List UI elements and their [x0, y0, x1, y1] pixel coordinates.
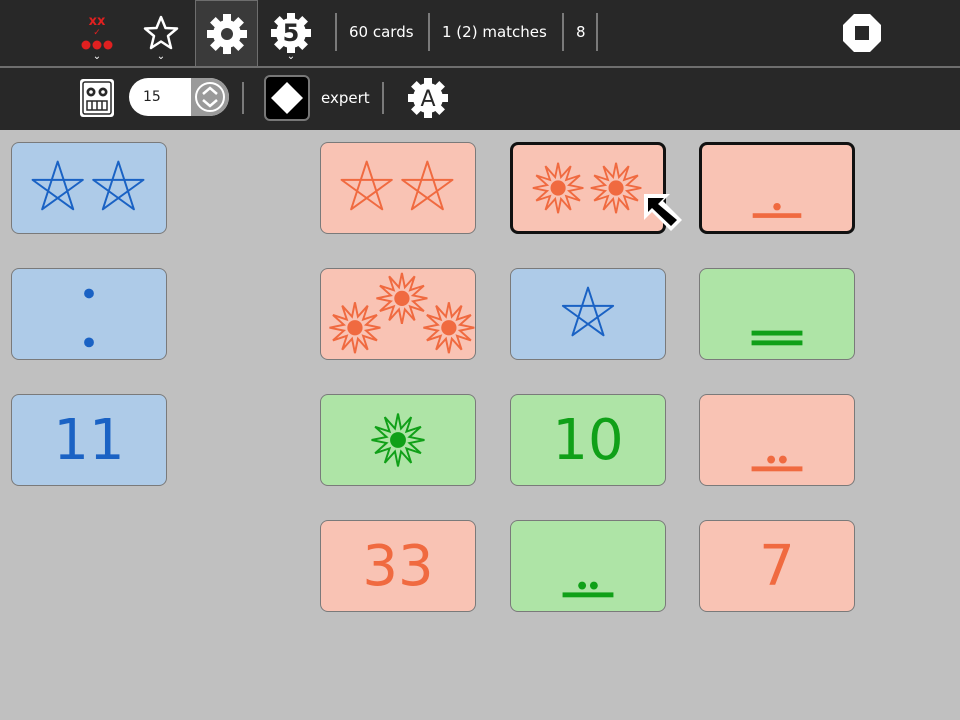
main-toolbar: xx ✓ ⌄ ⌄ ⌃ 5 ⌄ 60 cards 1 (2) matches 8	[0, 0, 960, 68]
card-pink-mayan-six[interactable]	[699, 142, 855, 234]
burst-icon	[371, 413, 425, 467]
matches-label: 1 (2) matches	[442, 23, 547, 41]
robot-icon[interactable]	[77, 77, 117, 119]
card-blue-one-star[interactable]	[510, 268, 666, 360]
time-spinner-value[interactable]: 15	[143, 78, 161, 116]
card-pink-three-bursts[interactable]	[320, 268, 476, 360]
cards-count-label: 60 cards	[349, 23, 414, 41]
mayan-icon	[751, 330, 803, 346]
time-spinner[interactable]: 15	[129, 78, 229, 116]
card-green-one-burst[interactable]	[320, 394, 476, 486]
card-number-label: 10	[552, 407, 624, 473]
card-number-label: 7	[759, 533, 795, 599]
svg-text:5: 5	[283, 19, 300, 47]
svg-text:A: A	[420, 87, 435, 112]
card-number-label: 33	[362, 533, 434, 599]
chevron-down-icon: ⌄	[92, 51, 102, 62]
gear-a-icon[interactable]: A	[405, 75, 451, 121]
burst-icon	[329, 272, 475, 354]
card-blue-two-stars[interactable]	[11, 142, 167, 234]
card-green-mayan-seven[interactable]	[510, 520, 666, 612]
settings-button[interactable]: ⌃	[195, 0, 258, 66]
score-label: 8	[576, 23, 586, 41]
card-blue-two-dots[interactable]	[11, 268, 167, 360]
activity-button[interactable]: xx ✓ ⌄	[72, 0, 122, 66]
card-pink-number-33[interactable]: 33	[320, 520, 476, 612]
card-pink-mayan-seven[interactable]	[699, 394, 855, 486]
mouse-cursor-icon	[644, 194, 682, 231]
star-icon	[340, 160, 454, 211]
stop-button[interactable]	[836, 0, 888, 66]
card-number-label: 11	[53, 407, 125, 473]
card-green-mayan-ten[interactable]	[699, 268, 855, 360]
card-green-number[interactable]: 10	[510, 394, 666, 486]
card-blue-number[interactable]: 11	[11, 394, 167, 486]
level-label: expert	[321, 89, 370, 107]
svg-text:xx: xx	[89, 14, 106, 29]
mayan-icon	[751, 455, 803, 472]
chevron-down-icon: ⌄	[286, 51, 296, 62]
dot-icon	[84, 288, 94, 348]
spinner-arrows[interactable]	[191, 78, 229, 116]
card-pink-two-stars[interactable]	[320, 142, 476, 234]
separator	[596, 13, 598, 51]
number-settings-button[interactable]: 5 ⌄	[264, 0, 318, 66]
activity-icon: xx ✓	[81, 14, 113, 50]
diamond-icon	[271, 82, 303, 114]
card-pink-number-7[interactable]: 7	[699, 520, 855, 612]
separator	[562, 13, 564, 51]
gear-five-icon: 5	[271, 13, 311, 53]
mayan-icon	[562, 581, 614, 598]
level-button[interactable]	[264, 75, 310, 121]
chevron-up-icon: ⌃	[222, 51, 231, 62]
star-icon	[31, 160, 145, 211]
separator	[335, 13, 337, 51]
gear-icon	[206, 13, 247, 54]
spinner-arrows-icon	[195, 82, 225, 112]
svg-text:✓: ✓	[93, 28, 101, 38]
separator	[428, 13, 430, 51]
mayan-icon	[752, 202, 802, 218]
star-icon	[561, 286, 615, 337]
star-icon	[143, 15, 179, 50]
star-button[interactable]: ⌄	[136, 0, 186, 66]
separator	[382, 82, 384, 114]
stop-icon	[843, 14, 881, 52]
chevron-down-icon: ⌄	[156, 51, 166, 62]
separator	[242, 82, 244, 114]
